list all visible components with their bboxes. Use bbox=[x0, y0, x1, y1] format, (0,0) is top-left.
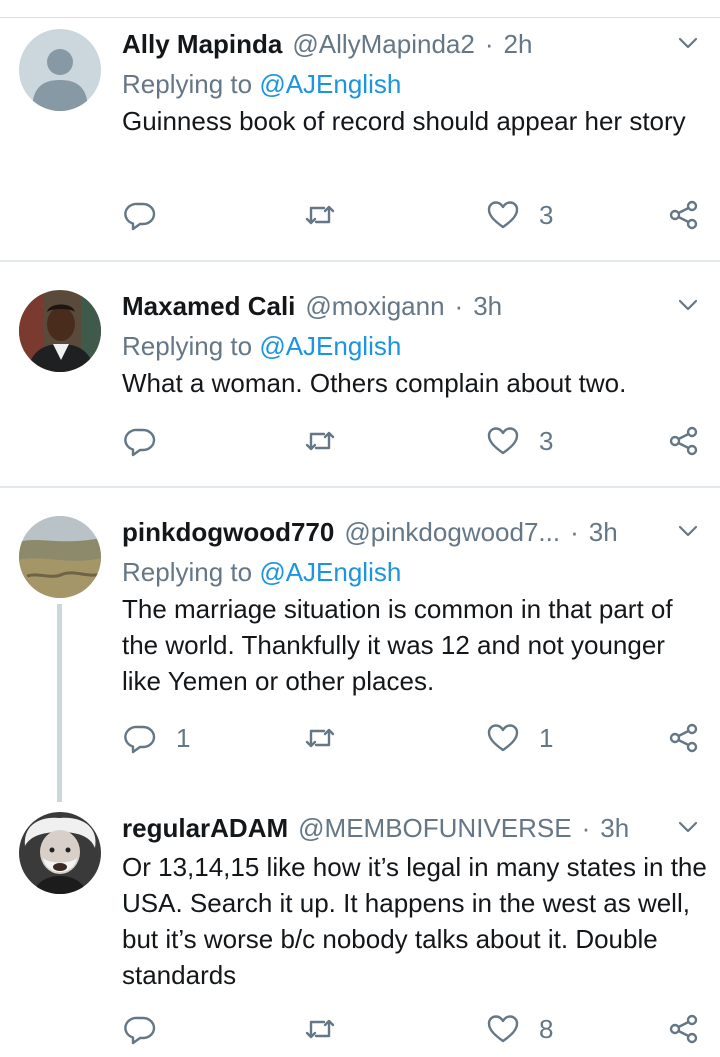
like-button[interactable]: 8 bbox=[487, 1012, 553, 1046]
separator-dot: · bbox=[454, 290, 464, 321]
like-count: 1 bbox=[539, 722, 554, 753]
landscape-photo-icon bbox=[19, 516, 101, 598]
like-count: 8 bbox=[539, 1013, 554, 1044]
share-button[interactable] bbox=[668, 1012, 700, 1046]
share-nodes-icon bbox=[669, 426, 698, 456]
retweet-arrows-icon bbox=[305, 431, 335, 451]
share-nodes-icon bbox=[669, 723, 698, 753]
user-handle[interactable]: @pinkdogwood7... bbox=[344, 517, 560, 548]
display-name[interactable]: regularADAM bbox=[122, 813, 288, 844]
timestamp[interactable]: 3h bbox=[473, 291, 502, 322]
heart-outline-icon bbox=[487, 1015, 519, 1043]
replying-to-label: Replying to bbox=[122, 69, 253, 99]
speech-bubble-icon bbox=[124, 1016, 156, 1045]
share-button[interactable] bbox=[668, 424, 700, 458]
portrait-photo-icon bbox=[19, 812, 101, 894]
display-name[interactable]: pinkdogwood770 bbox=[122, 517, 334, 548]
avatar-photo[interactable] bbox=[19, 812, 101, 894]
replying-to-link[interactable]: @AJEnglish bbox=[259, 69, 401, 99]
tweet-header: Ally Mapinda @AllyMapinda2 · 2h bbox=[122, 24, 532, 64]
reply-button[interactable] bbox=[124, 424, 176, 458]
retweet-button[interactable] bbox=[304, 721, 356, 755]
avatar-default[interactable] bbox=[19, 29, 101, 111]
replying-to-label: Replying to bbox=[122, 331, 253, 361]
tweet-text: What a woman. Others complain about two. bbox=[122, 368, 627, 398]
retweet-arrows-icon bbox=[305, 728, 335, 748]
tweet-actions: 3 bbox=[0, 424, 720, 458]
profile-photo-icon bbox=[19, 290, 101, 372]
speech-bubble-icon bbox=[124, 202, 156, 231]
thread-connector-line bbox=[57, 604, 62, 802]
heart-outline-icon bbox=[487, 201, 519, 229]
like-count: 3 bbox=[539, 199, 554, 230]
display-name[interactable]: Ally Mapinda bbox=[122, 29, 282, 60]
reply-button[interactable] bbox=[124, 198, 176, 232]
like-button[interactable]: 1 bbox=[487, 721, 553, 755]
share-nodes-icon bbox=[669, 200, 698, 230]
replying-to-label: Replying to bbox=[122, 557, 253, 587]
avatar-photo[interactable] bbox=[19, 290, 101, 372]
share-button[interactable] bbox=[668, 721, 700, 755]
tweet-header: pinkdogwood770 @pinkdogwood7... · 3h bbox=[122, 512, 618, 552]
user-handle[interactable]: @AllyMapinda2 bbox=[292, 29, 474, 60]
speech-bubble-icon bbox=[124, 428, 156, 457]
timestamp[interactable]: 2h bbox=[504, 29, 533, 60]
tweet-text: Or 13,14,15 like how it’s legal in many … bbox=[122, 852, 707, 990]
display-name[interactable]: Maxamed Cali bbox=[122, 291, 295, 322]
replying-to: Replying to @AJEnglish bbox=[122, 552, 401, 592]
tweet-actions: 8 bbox=[0, 1012, 720, 1046]
top-divider bbox=[0, 17, 720, 18]
chevron-down-icon[interactable] bbox=[677, 32, 699, 54]
tweet-actions: 3 bbox=[0, 198, 720, 232]
user-handle[interactable]: @moxigann bbox=[305, 291, 444, 322]
tweet-actions: 1 1 bbox=[0, 721, 720, 755]
retweet-button[interactable] bbox=[304, 1012, 356, 1046]
tweet-divider bbox=[0, 486, 720, 488]
replying-to-link[interactable]: @AJEnglish bbox=[259, 557, 401, 587]
timestamp[interactable]: 3h bbox=[600, 813, 629, 844]
heart-outline-icon bbox=[487, 724, 519, 752]
reply-count: 1 bbox=[176, 722, 191, 753]
retweet-button[interactable] bbox=[304, 424, 356, 458]
reply-button[interactable]: 1 bbox=[124, 721, 190, 755]
replying-to-link[interactable]: @AJEnglish bbox=[259, 331, 401, 361]
share-button[interactable] bbox=[668, 198, 700, 232]
replying-to: Replying to @AJEnglish bbox=[122, 326, 401, 366]
like-button[interactable]: 3 bbox=[487, 198, 553, 232]
heart-outline-icon bbox=[487, 427, 519, 455]
tweet-text: Guinness book of record should appear he… bbox=[122, 106, 686, 136]
reply-button[interactable] bbox=[124, 1012, 176, 1046]
chevron-down-icon[interactable] bbox=[677, 294, 699, 316]
default-avatar-icon bbox=[19, 29, 101, 111]
tweet-header: regularADAM @MEMBOFUNIVERSE · 3h bbox=[122, 808, 629, 848]
separator-dot: · bbox=[570, 516, 579, 547]
retweet-arrows-icon bbox=[305, 205, 335, 225]
user-handle[interactable]: @MEMBOFUNIVERSE bbox=[298, 813, 571, 844]
tweet-divider bbox=[0, 260, 720, 262]
retweet-button[interactable] bbox=[304, 198, 356, 232]
like-count: 3 bbox=[539, 425, 554, 456]
like-button[interactable]: 3 bbox=[487, 424, 553, 458]
separator-dot: · bbox=[581, 812, 591, 843]
speech-bubble-icon bbox=[124, 725, 156, 754]
chevron-down-icon[interactable] bbox=[677, 816, 699, 838]
timestamp[interactable]: 3h bbox=[589, 517, 618, 548]
avatar-photo[interactable] bbox=[19, 516, 101, 598]
chevron-down-icon[interactable] bbox=[677, 520, 699, 542]
tweet-header: Maxamed Cali @moxigann · 3h bbox=[122, 286, 502, 326]
tweet-text: The marriage situation is common in that… bbox=[122, 594, 673, 696]
retweet-arrows-icon bbox=[305, 1019, 335, 1039]
share-nodes-icon bbox=[669, 1014, 698, 1044]
separator-dot: · bbox=[484, 28, 494, 59]
replying-to: Replying to @AJEnglish bbox=[122, 64, 401, 104]
